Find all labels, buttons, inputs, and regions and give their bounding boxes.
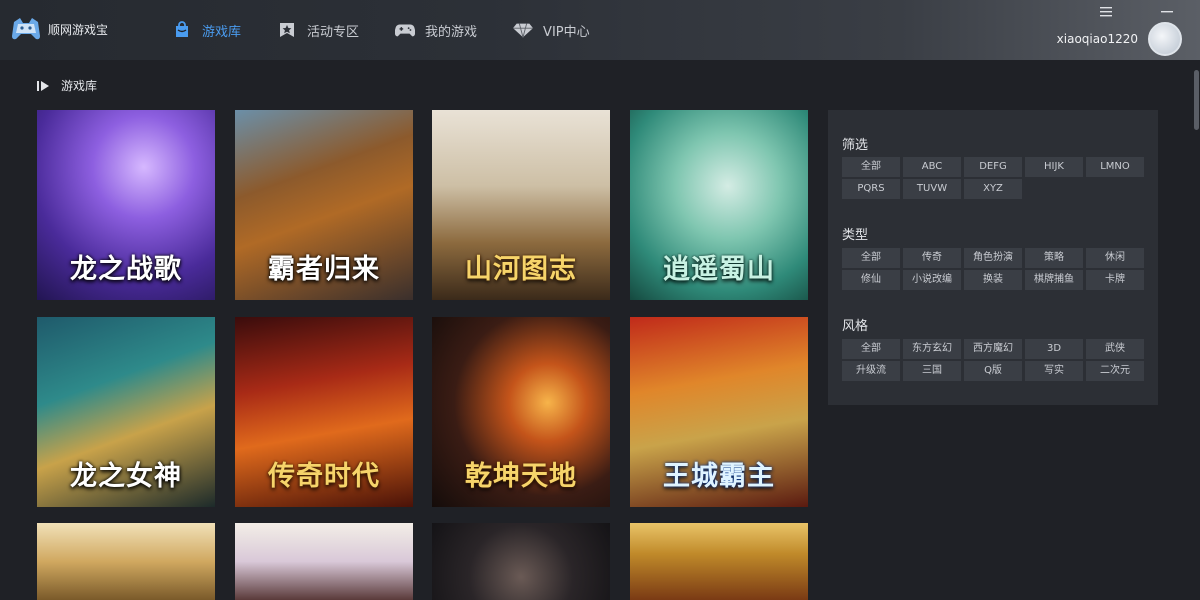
game-title: 王城霸主 xyxy=(663,461,775,492)
controller-logo-icon xyxy=(12,18,40,40)
game-title: 龙之女神 xyxy=(70,461,182,492)
game-title: 传奇时代 xyxy=(268,461,380,492)
game-card[interactable] xyxy=(37,523,215,600)
game-cover xyxy=(37,523,215,600)
filter-chip[interactable]: 换装 xyxy=(964,270,1022,290)
game-title: 乾坤天地 xyxy=(465,461,577,492)
nav-label: 游戏库 xyxy=(202,24,242,40)
nav-item-game-library[interactable]: 游戏库 xyxy=(172,20,241,40)
scrollbar-thumb[interactable] xyxy=(1194,70,1199,130)
game-card[interactable]: 龙之女神 xyxy=(37,317,215,507)
game-card[interactable]: 王城霸主 xyxy=(630,317,808,507)
nav-label: VIP中心 xyxy=(543,24,590,40)
game-card[interactable] xyxy=(235,523,413,600)
gamepad-icon xyxy=(395,20,416,40)
nav-item-events[interactable]: 活动专区 xyxy=(277,20,359,40)
filter-chip[interactable]: DEFG xyxy=(964,157,1022,177)
filter-chip[interactable]: 全部 xyxy=(842,157,900,177)
menu-icon[interactable] xyxy=(1099,6,1113,18)
filter-chip[interactable]: 3D xyxy=(1025,339,1083,359)
nav-label: 我的游戏 xyxy=(425,24,478,40)
app-logo[interactable]: 顺网游戏宝 xyxy=(10,16,108,42)
game-card[interactable]: 传奇时代 xyxy=(235,317,413,507)
filter-chip[interactable]: LMNO xyxy=(1086,157,1144,177)
game-card[interactable]: 乾坤天地 xyxy=(432,317,610,507)
filter-chip[interactable]: 棋牌捕鱼 xyxy=(1025,270,1083,290)
filter-chip[interactable]: 策略 xyxy=(1025,248,1083,268)
nav-item-my-games[interactable]: 我的游戏 xyxy=(395,20,477,40)
nav-label: 活动专区 xyxy=(307,24,360,40)
main-nav: 游戏库 活动专区 我的游戏 VIP中心 xyxy=(172,0,626,60)
filter-chip[interactable]: XYZ xyxy=(964,179,1022,199)
filter-chip[interactable]: 三国 xyxy=(903,361,961,381)
filter-chip[interactable]: 休闲 xyxy=(1086,248,1144,268)
filter-chip[interactable]: 西方魔幻 xyxy=(964,339,1022,359)
username: xiaoqiao1220 xyxy=(1056,32,1138,46)
filter-chip[interactable]: 武侠 xyxy=(1086,339,1144,359)
filter-panel: 筛选 全部 ABC DEFG HIJK LMNO PQRS TUVW XYZ 类… xyxy=(828,110,1158,405)
play-marker-icon xyxy=(37,80,49,91)
filter-chip[interactable]: 全部 xyxy=(842,339,900,359)
user-profile[interactable]: xiaoqiao1220 xyxy=(1057,22,1182,56)
filter-chip[interactable]: ABC xyxy=(903,157,961,177)
filter-chip[interactable]: 传奇 xyxy=(903,248,961,268)
filter-chip[interactable]: 升级流 xyxy=(842,361,900,381)
game-title: 逍遥蜀山 xyxy=(663,254,775,285)
filter-chip[interactable]: Q版 xyxy=(964,361,1022,381)
filter-group-label: 筛选 xyxy=(842,138,869,153)
game-cover xyxy=(432,523,610,600)
filter-chip[interactable]: 东方玄幻 xyxy=(903,339,961,359)
filter-chip[interactable]: TUVW xyxy=(903,179,961,199)
bag-icon xyxy=(172,20,192,40)
game-cover xyxy=(630,523,808,600)
game-card[interactable] xyxy=(432,523,610,600)
filter-chip[interactable]: 小说改编 xyxy=(903,270,961,290)
game-card[interactable]: 逍遥蜀山 xyxy=(630,110,808,300)
filter-chip[interactable]: 二次元 xyxy=(1086,361,1144,381)
filter-chip[interactable]: 全部 xyxy=(842,248,900,268)
filter-chip[interactable]: 角色扮演 xyxy=(964,248,1022,268)
filter-group-label: 类型 xyxy=(842,228,869,243)
filter-chip[interactable]: 卡牌 xyxy=(1086,270,1144,290)
star-badge-icon xyxy=(277,20,297,40)
game-card[interactable] xyxy=(630,523,808,600)
game-card[interactable]: 山河图志 xyxy=(432,110,610,300)
game-card[interactable]: 霸者归来 xyxy=(235,110,413,300)
section-title: 游戏库 xyxy=(61,79,98,93)
diamond-icon xyxy=(513,20,534,40)
title-bar: 顺网游戏宝 游戏库 活动专区 我的游戏 VIP中心 xiaoqiao1220 xyxy=(0,0,1200,60)
filter-chip[interactable]: HIJK xyxy=(1025,157,1083,177)
minimize-icon[interactable] xyxy=(1160,6,1174,18)
section-header: 游戏库 xyxy=(37,77,97,94)
app-title: 顺网游戏宝 xyxy=(48,22,109,37)
filter-chip[interactable]: 写实 xyxy=(1025,361,1083,381)
game-title: 山河图志 xyxy=(465,254,577,285)
game-title: 霸者归来 xyxy=(268,254,380,285)
filter-chip[interactable]: 修仙 xyxy=(842,270,900,290)
avatar[interactable] xyxy=(1148,22,1182,56)
game-card[interactable]: 龙之战歌 xyxy=(37,110,215,300)
nav-item-vip-center[interactable]: VIP中心 xyxy=(513,20,590,40)
filter-chip[interactable]: PQRS xyxy=(842,179,900,199)
game-cover xyxy=(235,523,413,600)
scrollbar-track[interactable] xyxy=(1192,60,1200,600)
filter-group-label: 风格 xyxy=(842,319,869,334)
game-title: 龙之战歌 xyxy=(70,254,182,285)
